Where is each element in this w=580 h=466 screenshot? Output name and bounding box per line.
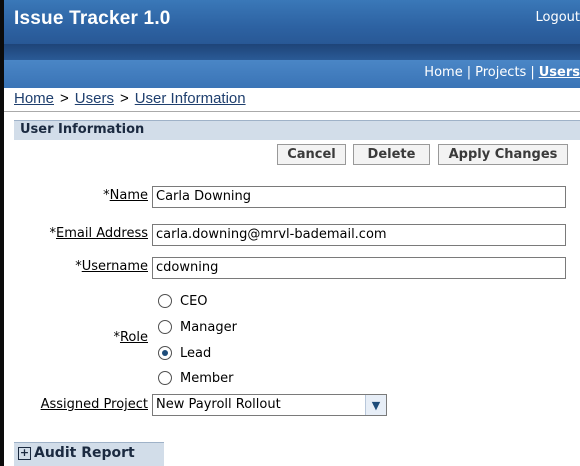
username-field[interactable]: cdowning — [152, 257, 566, 279]
name-field[interactable]: Carla Downing — [152, 186, 566, 208]
project-select[interactable]: New Payroll Rollout ▼ — [152, 394, 387, 416]
project-label: Assigned Project — [40, 397, 148, 412]
radio-selected-dot — [162, 350, 168, 356]
role-option-lead[interactable]: Lead — [158, 342, 211, 364]
radio-button[interactable] — [158, 294, 172, 308]
chevron-down-icon[interactable]: ▼ — [365, 395, 386, 415]
nav-home-link[interactable]: Home — [424, 65, 462, 80]
role-label: *Role — [113, 330, 148, 345]
expand-plus-icon[interactable]: + — [18, 447, 31, 460]
radio-button-selected[interactable] — [158, 346, 172, 360]
nav-users-link[interactable]: Users — [539, 65, 580, 80]
role-option-manager[interactable]: Manager — [158, 316, 237, 338]
role-option-ceo[interactable]: CEO — [158, 290, 208, 312]
apply-changes-button[interactable]: Apply Changes — [438, 144, 568, 165]
breadcrumb-separator: > — [119, 90, 129, 107]
role-option-member[interactable]: Member — [158, 367, 233, 389]
breadcrumb-users-link[interactable]: Users — [75, 90, 114, 107]
breadcrumb-separator: > — [60, 90, 69, 107]
radio-button[interactable] — [158, 320, 172, 334]
logout-link[interactable]: Logout — [535, 10, 580, 25]
email-field[interactable]: carla.downing@mrvl-bademail.com — [152, 224, 566, 246]
cancel-button[interactable]: Cancel — [277, 144, 346, 165]
breadcrumb-home-link[interactable]: Home — [14, 90, 54, 107]
delete-button[interactable]: Delete — [353, 144, 430, 165]
email-label: *Email Address — [49, 226, 148, 241]
top-navigation: Home | Projects | Users — [4, 60, 580, 88]
breadcrumb: Home > Users > User Information — [4, 88, 580, 112]
header-stripe — [4, 44, 580, 60]
audit-report-toggle[interactable]: + Audit Report — [14, 442, 164, 466]
app-title: Issue Tracker 1.0 — [14, 8, 171, 29]
username-label: *Username — [75, 259, 148, 274]
radio-button[interactable] — [158, 371, 172, 385]
section-header: User Information — [14, 120, 580, 140]
name-label: *Name — [103, 188, 148, 203]
breadcrumb-current: User Information — [134, 90, 246, 107]
app-header: Issue Tracker 1.0 Logout — [4, 0, 580, 60]
nav-projects-link[interactable]: Projects — [475, 65, 526, 80]
